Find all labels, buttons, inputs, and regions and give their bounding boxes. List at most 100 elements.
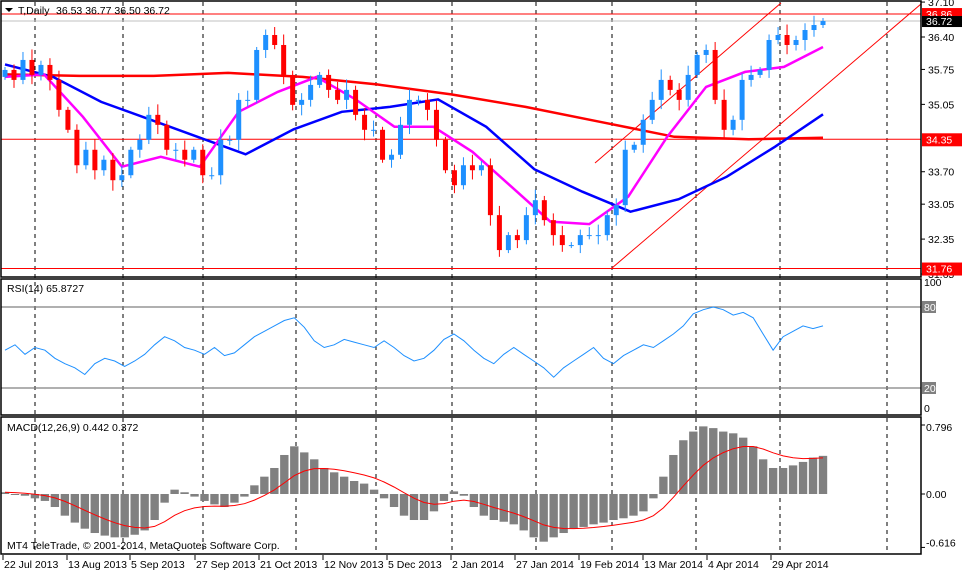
bull-candle: [173, 143, 179, 161]
candle-body: [56, 79, 62, 110]
macd-histogram-bar: [499, 494, 508, 522]
macd-histogram-bar: [120, 494, 129, 538]
candle-body: [721, 99, 727, 130]
channel-lower-line[interactable]: [611, 3, 922, 269]
price-axis[interactable]: 37.1036.4035.7535.0533.7033.0532.3531.65…: [921, 0, 962, 549]
bull-candle: [523, 207, 529, 245]
bear-candle: [47, 58, 53, 91]
bear-candle: [451, 164, 457, 194]
bull-candle: [730, 115, 736, 136]
candle-body: [433, 109, 439, 140]
candle-body: [29, 59, 35, 75]
rsi-line: [4, 306, 824, 378]
candle-body: [757, 69, 763, 75]
bear-candle: [56, 70, 62, 117]
bull-candle: [595, 224, 601, 245]
bid-price-label: 36.72: [926, 16, 952, 28]
rsi-pane-frame: [0, 278, 922, 416]
bull-candle: [703, 44, 709, 63]
macd-histogram-bar: [10, 494, 20, 495]
bull-candle: [299, 93, 305, 116]
bear-candle: [550, 213, 556, 246]
time-axis[interactable]: 22 Jul 2013 13 Aug 2013 5 Sep 2013 27 Sep 2…: [2, 555, 829, 571]
candle-body: [478, 165, 484, 171]
bull-candle: [505, 232, 511, 254]
macd-histogram-bar: [569, 494, 578, 529]
candle-body: [622, 149, 628, 206]
bear-candle: [380, 126, 386, 163]
bull-candle: [685, 65, 691, 107]
candle-body: [739, 79, 745, 120]
candle-body: [20, 59, 26, 80]
candle-body: [380, 129, 386, 160]
macd-histogram-bar: [130, 494, 139, 535]
candle-body: [92, 149, 98, 171]
candle-body: [631, 144, 637, 150]
level-price-label: 34.35: [926, 134, 952, 146]
macd-histogram-bar: [449, 491, 459, 494]
bull-candle: [398, 116, 404, 160]
dropdown-triangle-icon[interactable]: [5, 8, 13, 12]
macd-histogram-bar: [190, 494, 199, 497]
bear-candle: [712, 41, 718, 105]
date-tick-label: 29 Apr 2014: [772, 559, 829, 571]
bear-candle: [326, 69, 332, 98]
candle-body: [766, 39, 772, 70]
candle-body: [550, 220, 556, 236]
macd-tick-label: -0.616: [926, 537, 956, 549]
candle-body: [2, 69, 8, 77]
candle-body: [335, 89, 341, 100]
candle-body: [182, 149, 188, 160]
candle-body: [290, 74, 296, 105]
bear-candle: [424, 93, 430, 121]
macd-histogram-bar: [250, 485, 259, 494]
bull-candle: [83, 141, 89, 170]
candle-body: [595, 235, 601, 237]
macd-histogram-bar: [389, 494, 399, 508]
bull-candle: [317, 71, 323, 88]
candle-body: [649, 99, 655, 120]
candle-body: [613, 205, 619, 216]
copyright-text: MT4 TeleTrade, © 2001-2014, MetaQuotes S…: [7, 540, 280, 552]
mt4-chart[interactable]: T,Daily 36.53 36.77 36.50 36.72 RSI(14) …: [0, 0, 962, 572]
candle-body: [568, 245, 574, 247]
bull-candle: [820, 18, 826, 29]
date-tick-label: 27 Sep 2013: [196, 559, 256, 571]
candle-body: [676, 89, 682, 100]
candle-body: [371, 129, 377, 131]
macd-histogram-bar: [110, 494, 119, 538]
rsi-pane: [1, 306, 921, 389]
candle-body: [191, 149, 197, 160]
candle-body: [119, 175, 125, 181]
macd-histogram-bar: [200, 494, 209, 501]
candle-body: [47, 64, 53, 80]
bull-candle: [532, 189, 538, 225]
candle-body: [658, 79, 664, 100]
candle-body: [245, 99, 251, 101]
macd-histogram-bar: [549, 494, 558, 538]
candle-body: [173, 149, 179, 151]
bear-candle: [433, 100, 439, 147]
macd-histogram-bar: [379, 494, 389, 499]
bear-candle: [496, 205, 502, 257]
bull-candle: [793, 35, 799, 51]
macd-histogram-bar: [230, 494, 239, 503]
candle-body: [11, 69, 17, 80]
macd-histogram-bar: [429, 494, 439, 512]
candle-body: [38, 64, 44, 75]
macd-histogram-bar: [220, 494, 229, 508]
bear-candle: [290, 70, 296, 111]
bull-candle: [236, 93, 242, 151]
chart-symbol-label: T,Daily: [18, 5, 50, 17]
macd-histogram-bar: [798, 461, 808, 494]
bull-candle: [766, 34, 772, 78]
bull-candle: [371, 120, 377, 137]
candle-body: [74, 129, 80, 166]
candle-body: [784, 35, 790, 45]
macd-histogram-bar: [719, 431, 728, 494]
macd-histogram-bar: [240, 494, 249, 497]
macd-histogram-bar: [599, 494, 608, 523]
candle-body: [451, 170, 457, 186]
candle-body: [407, 99, 413, 125]
bear-candle: [667, 75, 673, 96]
